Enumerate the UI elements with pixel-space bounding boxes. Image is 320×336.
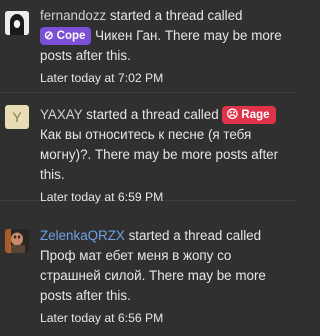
timestamp: Later today at 7:02 PM [40, 71, 164, 85]
action-text: started a thread called [82, 107, 223, 122]
action-text: started a thread called [124, 228, 262, 243]
thread-title-link[interactable]: Чикен Ган. [91, 28, 161, 43]
notification-text: ZelenkaQRZX started a thread called Проф… [40, 226, 287, 327]
notification-text: YAXAY started a thread called ☹ Rage Как … [40, 105, 287, 206]
avatar-letter: Y [12, 109, 22, 125]
avatar[interactable] [5, 229, 29, 253]
rage-icon: ☹ [226, 109, 239, 121]
prefix-badge-rage: ☹ Rage [222, 106, 276, 124]
notification-item[interactable]: fernandozz started a thread called ⊘ Cope… [0, 0, 297, 93]
username-link[interactable]: YAXAY [40, 107, 82, 122]
avatar[interactable]: Y [5, 105, 29, 129]
prefix-badge-cope: ⊘ Cope [40, 27, 92, 45]
user-avatar-image [5, 229, 29, 253]
badge-label: Rage [241, 109, 270, 121]
user-avatar-image [5, 11, 29, 35]
avatar[interactable] [5, 11, 29, 35]
notification-item[interactable]: ZelenkaQRZX started a thread called Проф… [0, 201, 297, 336]
username-link[interactable]: ZelenkaQRZX [40, 228, 125, 243]
action-text: started a thread called [106, 8, 243, 23]
notification-feed: fernandozz started a thread called ⊘ Cope… [0, 0, 297, 336]
notification-item[interactable]: Y YAXAY started a thread called ☹ Rage Ка… [0, 93, 297, 204]
username-link[interactable]: fernandozz [40, 8, 106, 23]
badge-label: Cope [56, 30, 86, 42]
notification-text: fernandozz started a thread called ⊘ Cope… [40, 6, 287, 87]
timestamp: Later today at 6:56 PM [40, 311, 164, 325]
cope-icon: ⊘ [44, 30, 54, 42]
